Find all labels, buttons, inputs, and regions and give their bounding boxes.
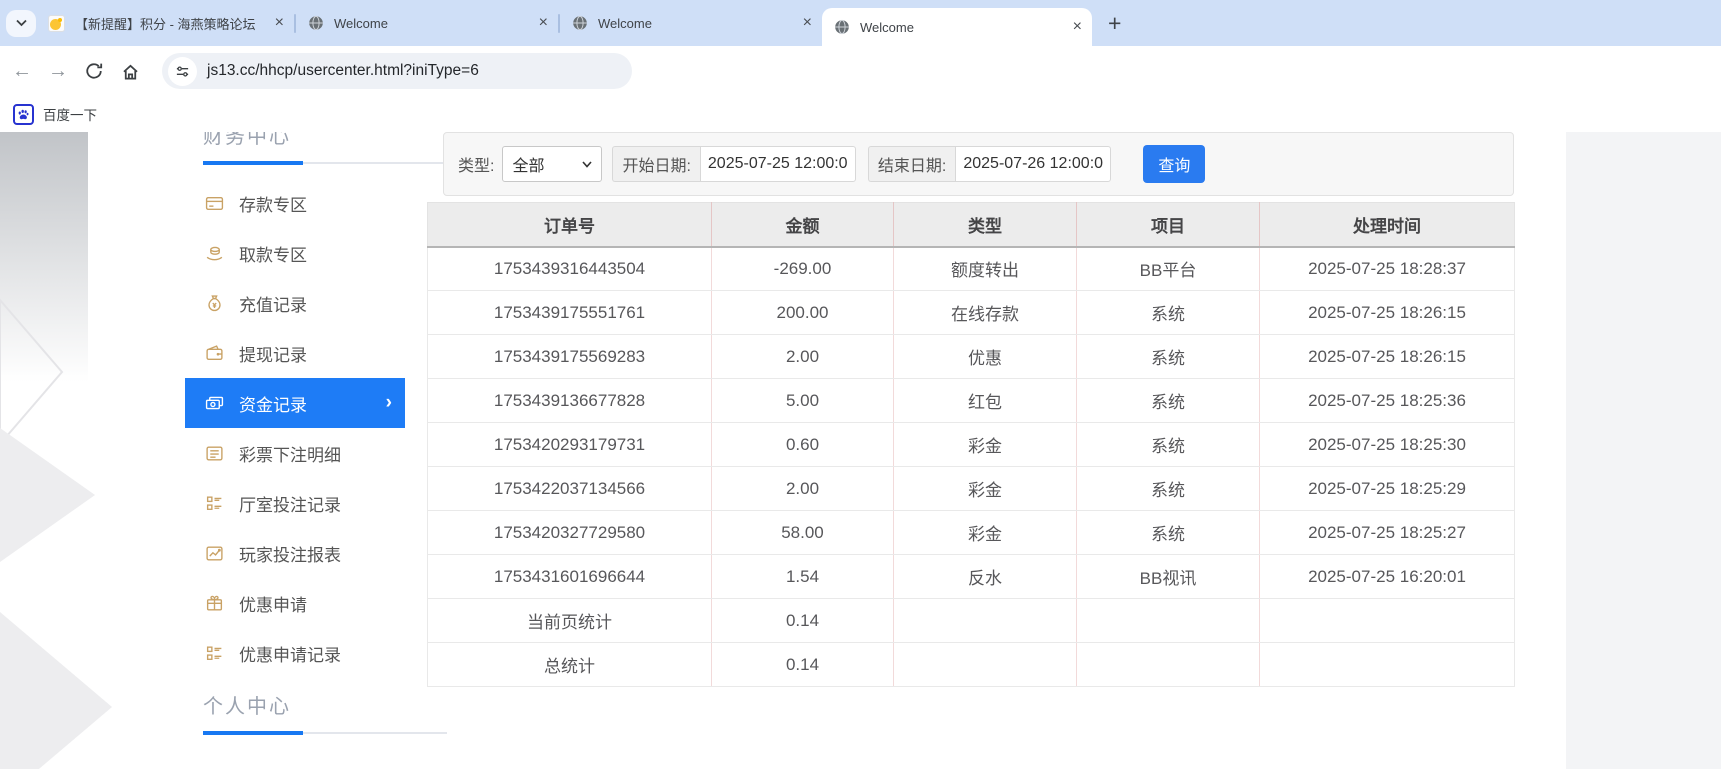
end-date-input[interactable]	[955, 146, 1112, 182]
url-text[interactable]: js13.cc/hhcp/usercenter.html?iniType=6	[207, 62, 479, 80]
globe-favicon	[834, 19, 850, 35]
baidu-paw-icon	[13, 103, 34, 125]
browser-toolbar: ← → js13.cc/hhcp/usercenter.html?iniType…	[0, 46, 1721, 96]
site-settings-icon[interactable]	[168, 56, 197, 86]
hall-bet-record-icon	[205, 494, 224, 513]
table-row: 1753439136677828 5.00 红包 系统 2025-07-25 18:25…	[427, 378, 1515, 423]
tab-welcome-2[interactable]: Welcome ×	[560, 0, 822, 46]
chevron-down-icon	[15, 19, 27, 27]
section-title-personal: 个人中心	[203, 696, 291, 718]
tab-search-button[interactable]	[6, 9, 36, 37]
sidebar-item-lottery-detail[interactable]: 彩票下注明细	[185, 428, 405, 478]
sidebar-item-funds-record[interactable]: 资金记录 ›	[185, 378, 405, 428]
close-icon[interactable]: ×	[803, 14, 812, 32]
table-row: 1753420327729580 58.00 彩金 系统 2025-07-25 18:2…	[427, 510, 1515, 555]
deposit-card-icon	[205, 194, 224, 213]
withdraw-hand-icon	[205, 244, 224, 263]
table-header-row: 订单号 金额 类型 项目 处理时间	[427, 202, 1515, 248]
sidebar-item-withdraw-record[interactable]: 提现记录	[185, 328, 405, 378]
recharge-bag-icon	[205, 294, 224, 313]
sidebar-item-deposit[interactable]: 存款专区	[185, 178, 405, 228]
promo-apply-icon	[205, 594, 224, 613]
tab-title: Welcome	[598, 15, 652, 31]
chevron-right-icon: ›	[385, 392, 392, 413]
sidebar-item-hall-bet-record[interactable]: 厅室投注记录	[185, 478, 405, 528]
page-background-decor	[0, 132, 112, 769]
section-title-finance: 财务中心	[203, 132, 291, 148]
sidebar-item-player-report[interactable]: 玩家投注报表	[185, 528, 405, 578]
image-favicon	[48, 14, 65, 32]
address-bar[interactable]: js13.cc/hhcp/usercenter.html?iniType=6	[162, 53, 632, 89]
sidebar-item-recharge-record[interactable]: 充值记录	[185, 278, 405, 328]
section-underline	[203, 731, 447, 735]
page-right-gutter	[1566, 132, 1721, 769]
column-header: 处理时间	[1259, 202, 1515, 248]
withdraw-wallet-icon	[205, 344, 224, 363]
close-icon[interactable]: ×	[275, 14, 284, 32]
table-row: 1753431601696644 1.54 反水 BB视讯 2025-07-25 16:…	[427, 554, 1515, 599]
lottery-detail-icon	[205, 444, 224, 463]
forward-button[interactable]: →	[40, 53, 76, 89]
start-date-input[interactable]	[699, 146, 856, 182]
funds-banknotes-icon	[205, 394, 224, 413]
end-date-group: 结束日期:	[867, 146, 1112, 182]
table-row: 1753439316443504 -269.00 额度转出 BB平台 2025-07-2…	[427, 246, 1515, 291]
tab-welcome-1[interactable]: Welcome ×	[296, 0, 558, 46]
table-summary-row-page: 当前页统计 0.14	[427, 598, 1515, 643]
type-select[interactable]: 全部	[502, 146, 603, 182]
sidebar-item-promo-record[interactable]: 优惠申请记录	[185, 628, 405, 678]
end-date-label: 结束日期:	[867, 146, 956, 182]
table-row: 1753439175569283 2.00 优惠 系统 2025-07-25 18:26…	[427, 334, 1515, 379]
funds-record-table: 订单号 金额 类型 项目 处理时间 1753439316443504 -269.0…	[427, 202, 1515, 687]
tab-title: Welcome	[860, 19, 914, 35]
tab-title: Welcome	[334, 15, 388, 31]
sidebar-item-promo-apply[interactable]: 优惠申请	[185, 578, 405, 628]
filter-bar: 类型: 全部 开始日期: 结束日期: 查询	[443, 132, 1514, 196]
globe-favicon	[308, 15, 324, 31]
section-underline	[203, 161, 447, 165]
column-header: 项目	[1076, 202, 1260, 248]
bookmark-label[interactable]: 百度一下	[43, 104, 97, 124]
bookmarks-bar: 百度一下	[0, 96, 1721, 132]
column-header: 金额	[711, 202, 894, 248]
web-page: 财务中心 存款专区 取款专区 充值记录 提现记录 资金记录 › 彩票下注明细 厅…	[0, 132, 1721, 769]
chevron-down-icon	[582, 160, 593, 168]
home-button[interactable]	[112, 53, 148, 89]
start-date-group: 开始日期:	[612, 146, 856, 182]
table-row: 1753420293179731 0.60 彩金 系统 2025-07-25 18:25…	[427, 422, 1515, 467]
column-header: 订单号	[427, 202, 712, 248]
type-label: 类型:	[458, 158, 495, 175]
tab-forum[interactable]: 【新提醒】积分 - 海燕策略论坛 ×	[36, 0, 294, 46]
player-report-icon	[205, 544, 224, 563]
table-summary-row-total: 总统计 0.14	[427, 642, 1515, 687]
tab-welcome-active[interactable]: Welcome ×	[822, 8, 1092, 46]
sidebar-item-withdraw[interactable]: 取款专区	[185, 228, 405, 278]
back-button[interactable]: ←	[4, 53, 40, 89]
promo-record-icon	[205, 644, 224, 663]
tab-title: 【新提醒】积分 - 海燕策略论坛	[75, 16, 256, 32]
sidebar: 财务中心 存款专区 取款专区 充值记录 提现记录 资金记录 › 彩票下注明细 厅…	[185, 132, 447, 735]
column-header: 类型	[893, 202, 1077, 248]
sidebar-menu: 存款专区 取款专区 充值记录 提现记录 资金记录 › 彩票下注明细 厅室投注记录…	[185, 178, 447, 678]
search-button[interactable]: 查询	[1143, 145, 1206, 183]
table-row: 1753422037134566 2.00 彩金 系统 2025-07-25 18:25…	[427, 466, 1515, 511]
table-row: 1753439175551761 200.00 在线存款 系统 2025-07-25 1…	[427, 290, 1515, 335]
reload-button[interactable]	[76, 53, 112, 89]
main-content: 类型: 全部 开始日期: 结束日期: 查询 订单号 金	[427, 132, 1515, 687]
new-tab-button[interactable]: +	[1108, 11, 1121, 35]
tab-strip: 【新提醒】积分 - 海燕策略论坛 × Welcome × Welcome × W…	[0, 0, 1721, 46]
start-date-label: 开始日期:	[612, 146, 700, 182]
close-icon[interactable]: ×	[539, 14, 548, 32]
close-icon[interactable]: ×	[1073, 18, 1082, 36]
globe-favicon	[572, 15, 588, 31]
